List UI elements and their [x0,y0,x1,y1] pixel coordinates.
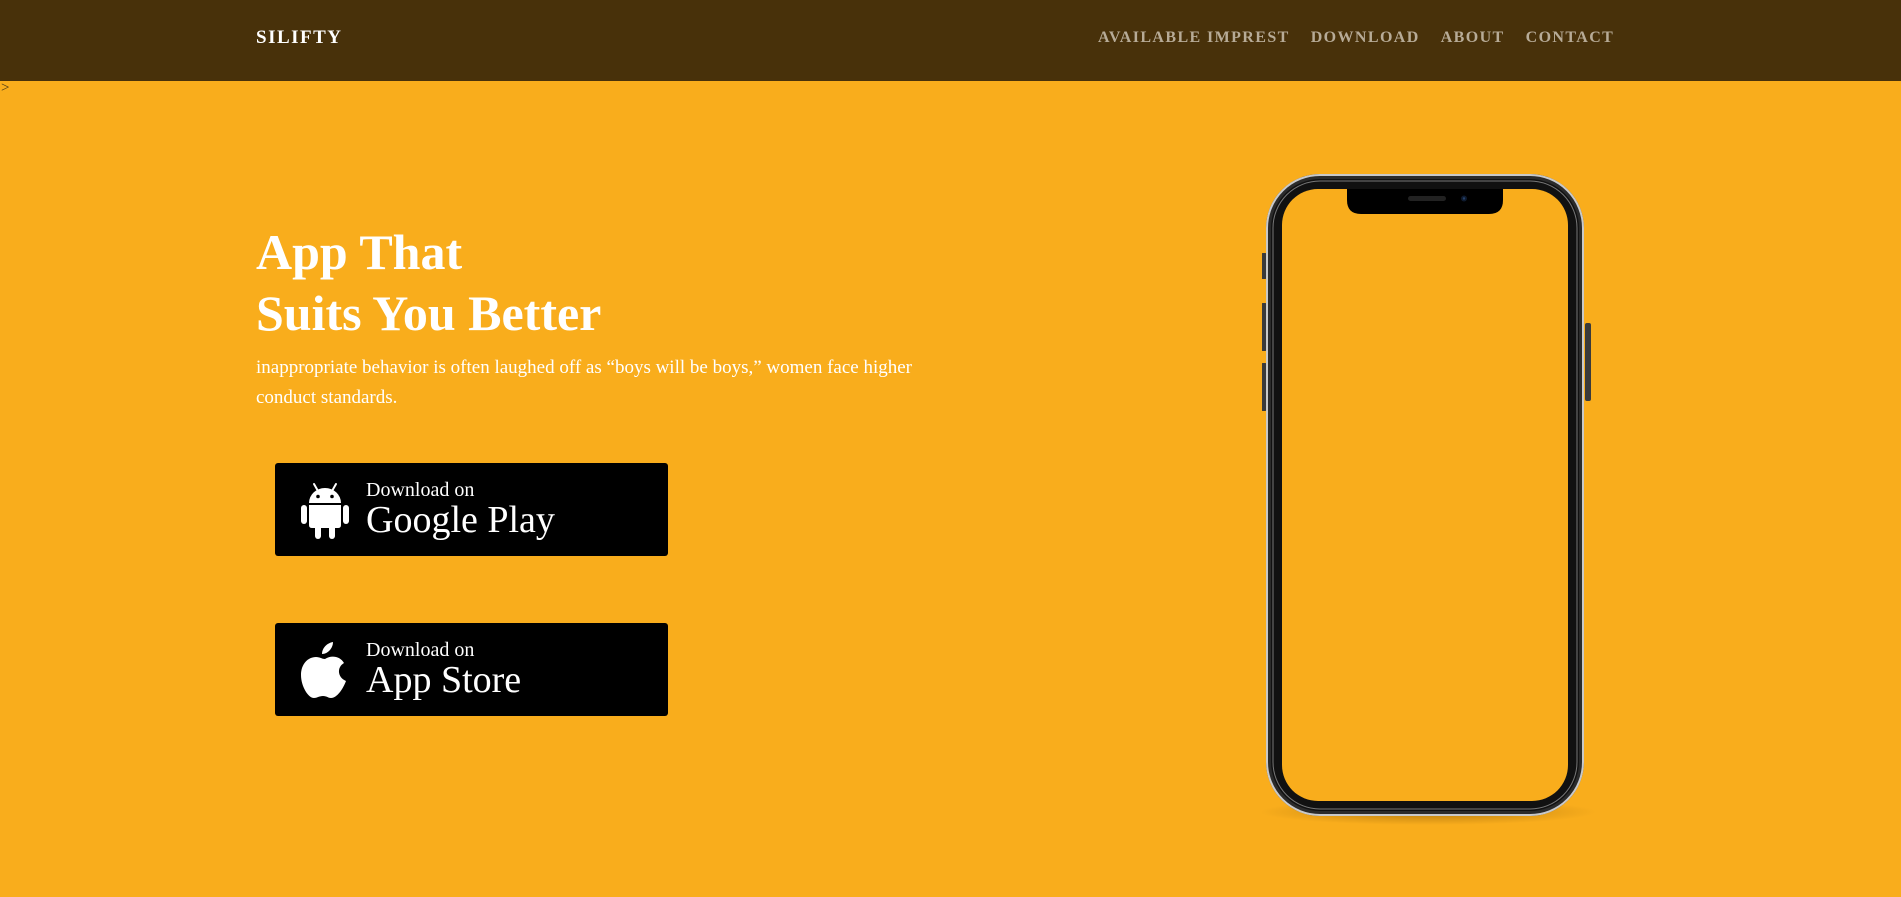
google-play-button[interactable]: Download on Google Play [275,463,668,556]
phone-mockup-image [1262,174,1595,825]
android-icon [301,483,349,539]
apple-icon [301,642,346,698]
app-store-button[interactable]: Download on App Store [275,623,668,716]
google-play-big-label: Google Play [366,499,555,541]
navbar: SILIFTY AVAILABLE IMPREST DOWNLOAD ABOUT… [0,0,1901,81]
stray-text: > [1,80,10,96]
nav-link-download[interactable]: DOWNLOAD [1311,29,1420,47]
brand-logo[interactable]: SILIFTY [256,27,343,49]
nav-link-about[interactable]: ABOUT [1441,29,1505,47]
app-store-big-label: App Store [366,659,522,701]
hero-title-line-1: App That [256,224,463,280]
nav-link-available-imprest[interactable]: AVAILABLE IMPREST [1098,29,1290,47]
nav-links: AVAILABLE IMPREST DOWNLOAD ABOUT CONTACT [1098,29,1614,47]
hero-title-line-2: Suits You Better [256,285,602,341]
hero-title: App That Suits You Better [256,222,601,344]
hero-description: inappropriate behavior is often laughed … [256,357,913,408]
nav-link-contact[interactable]: CONTACT [1526,29,1615,47]
